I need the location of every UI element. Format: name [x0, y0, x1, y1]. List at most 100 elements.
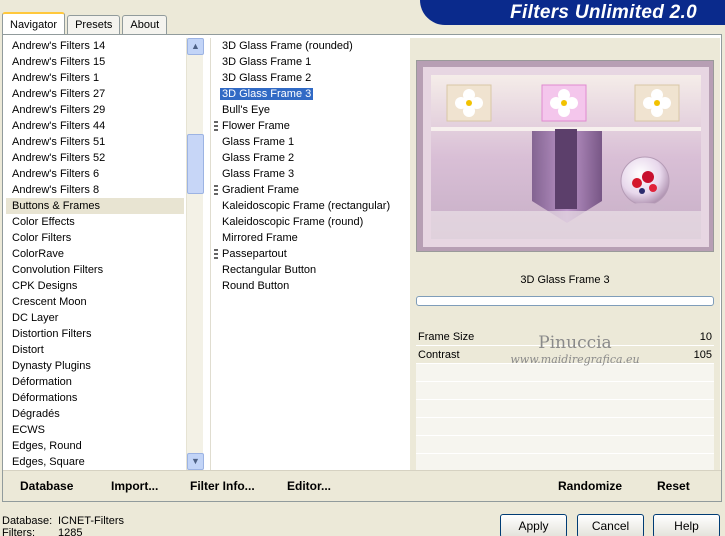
database-label: Database: — [2, 515, 53, 527]
action-bar: Database Import... Filter Info... Editor… — [3, 470, 721, 501]
param-row-empty — [416, 400, 714, 418]
param-name: Contrast — [418, 349, 460, 361]
import-link[interactable]: Import... — [111, 479, 158, 493]
category-item[interactable]: Andrew's Filters 14 — [6, 38, 184, 54]
filter-item[interactable]: Mirrored Frame — [211, 230, 408, 246]
status-info: Database: ICNET-Filters Filters: 1285 — [2, 515, 124, 536]
filter-item-label: 3D Glass Frame 1 — [222, 56, 312, 68]
filter-info-link[interactable]: Filter Info... — [190, 479, 255, 493]
category-item[interactable]: ColorRave — [6, 246, 184, 262]
category-item[interactable]: Andrew's Filters 29 — [6, 102, 184, 118]
filter-item-label: Passepartout — [222, 248, 287, 260]
category-list[interactable]: Andrew's Filters 14 Andrew's Filters 15 An… — [6, 38, 184, 470]
filter-item-label: 3D Glass Frame 3 — [220, 88, 314, 100]
category-item[interactable]: Andrew's Filters 1 — [6, 70, 184, 86]
filters-count-value: 1285 — [58, 527, 83, 536]
cancel-button[interactable]: Cancel — [577, 514, 644, 536]
category-item[interactable]: ECWS — [6, 422, 184, 438]
category-item[interactable]: Edges, Round — [6, 438, 184, 454]
watermark-url: www.maidiregrafica.eu — [510, 353, 640, 366]
category-item[interactable]: Andrew's Filters 8 — [6, 182, 184, 198]
filter-item-label: Glass Frame 2 — [222, 152, 295, 164]
tab-presets[interactable]: Presets — [67, 15, 121, 34]
param-value: 10 — [699, 331, 712, 343]
filter-item-label: Gradient Frame — [222, 184, 300, 196]
watermark-name: Pinuccia — [538, 333, 612, 353]
category-item[interactable]: Edges, Square — [6, 454, 184, 470]
filter-item-label: Flower Frame — [222, 120, 290, 132]
category-item[interactable]: Color Filters — [6, 230, 184, 246]
category-item[interactable]: Distortion Filters — [6, 326, 184, 342]
scroll-up-icon[interactable]: ▲ — [187, 38, 204, 55]
app-title-banner: Filters Unlimited 2.0 — [420, 0, 725, 25]
progress-bar — [416, 296, 714, 306]
filter-item[interactable]: Glass Frame 1 — [211, 134, 408, 150]
help-button[interactable]: Help — [653, 514, 720, 536]
category-item[interactable]: Dégradés — [6, 406, 184, 422]
category-item[interactable]: Distort — [6, 342, 184, 358]
category-item[interactable]: Andrew's Filters 52 — [6, 150, 184, 166]
filter-item[interactable]: Bull's Eye — [211, 102, 408, 118]
filter-item[interactable]: Gradient Frame — [211, 182, 408, 198]
selected-filter-name: 3D Glass Frame 3 — [520, 274, 610, 286]
scroll-down-icon[interactable]: ▼ — [187, 453, 204, 470]
category-item[interactable]: Andrew's Filters 44 — [6, 118, 184, 134]
category-item[interactable]: Andrew's Filters 51 — [6, 134, 184, 150]
editor-link[interactable]: Editor... — [287, 479, 331, 493]
apply-button[interactable]: Apply — [500, 514, 567, 536]
reset-link[interactable]: Reset — [657, 479, 690, 493]
param-row-empty — [416, 382, 714, 400]
param-row-empty — [416, 436, 714, 454]
filter-item-label: Kaleidoscopic Frame (round) — [222, 216, 364, 228]
category-item[interactable]: Déformation — [6, 374, 184, 390]
category-item[interactable]: Color Effects — [6, 214, 184, 230]
filter-item-label: Glass Frame 1 — [222, 136, 295, 148]
filter-item[interactable]: Round Button — [211, 278, 408, 294]
filter-item-label: Bull's Eye — [222, 104, 270, 116]
param-row-empty — [416, 418, 714, 436]
category-item[interactable]: Crescent Moon — [6, 294, 184, 310]
category-item[interactable]: CPK Designs — [6, 278, 184, 294]
category-scrollbar[interactable]: ▲ ▼ — [186, 38, 204, 470]
category-item[interactable]: DC Layer — [6, 310, 184, 326]
category-item[interactable]: Andrew's Filters 6 — [6, 166, 184, 182]
category-item[interactable]: Andrew's Filters 27 — [6, 86, 184, 102]
filter-item[interactable]: 3D Glass Frame 1 — [211, 54, 408, 70]
filter-item[interactable]: Glass Frame 3 — [211, 166, 408, 182]
param-row-empty — [416, 364, 714, 382]
filter-item-label: 3D Glass Frame (rounded) — [222, 40, 353, 52]
filter-item-label: Mirrored Frame — [222, 232, 298, 244]
database-value: ICNET-Filters — [58, 515, 124, 527]
filter-item-label: 3D Glass Frame 2 — [222, 72, 312, 84]
filter-item-label: Rectangular Button — [222, 264, 317, 276]
category-item[interactable]: Convolution Filters — [6, 262, 184, 278]
scroll-thumb[interactable] — [187, 134, 204, 194]
app-title: Filters Unlimited 2.0 — [510, 2, 697, 23]
filter-item[interactable]: Flower Frame — [211, 118, 408, 134]
filter-item[interactable]: Kaleidoscopic Frame (rectangular) — [211, 198, 408, 214]
category-item[interactable]: Andrew's Filters 15 — [6, 54, 184, 70]
preview-image — [416, 60, 714, 252]
category-item[interactable]: Dynasty Plugins — [6, 358, 184, 374]
filter-item[interactable]: 3D Glass Frame 3 — [211, 86, 408, 102]
category-item[interactable]: Buttons & Frames — [6, 198, 184, 214]
category-item[interactable]: Déformations — [6, 390, 184, 406]
filter-item[interactable]: Passepartout — [211, 246, 408, 262]
database-link[interactable]: Database — [20, 479, 73, 493]
param-name: Frame Size — [418, 331, 475, 343]
filter-item[interactable]: 3D Glass Frame (rounded) — [211, 38, 408, 54]
filter-item-label: Kaleidoscopic Frame (rectangular) — [222, 200, 391, 212]
preview-pane: 3D Glass Frame 3 Frame Size 10 Contrast … — [410, 38, 720, 472]
filter-item[interactable]: Glass Frame 2 — [211, 150, 408, 166]
filter-item[interactable]: Rectangular Button — [211, 262, 408, 278]
watermark: Pinuccia www.maidiregrafica.eu — [500, 333, 650, 366]
filter-item[interactable]: 3D Glass Frame 2 — [211, 70, 408, 86]
filter-item-label: Round Button — [222, 280, 290, 292]
tab-navigator[interactable]: Navigator — [2, 12, 66, 34]
tab-about[interactable]: About — [122, 15, 168, 34]
filter-list[interactable]: 3D Glass Frame (rounded) 3D Glass Frame 1… — [210, 38, 408, 470]
filter-item[interactable]: Kaleidoscopic Frame (round) — [211, 214, 408, 230]
randomize-link[interactable]: Randomize — [558, 479, 622, 493]
filters-count-label: Filters: — [2, 527, 35, 536]
param-value: 105 — [693, 349, 712, 361]
